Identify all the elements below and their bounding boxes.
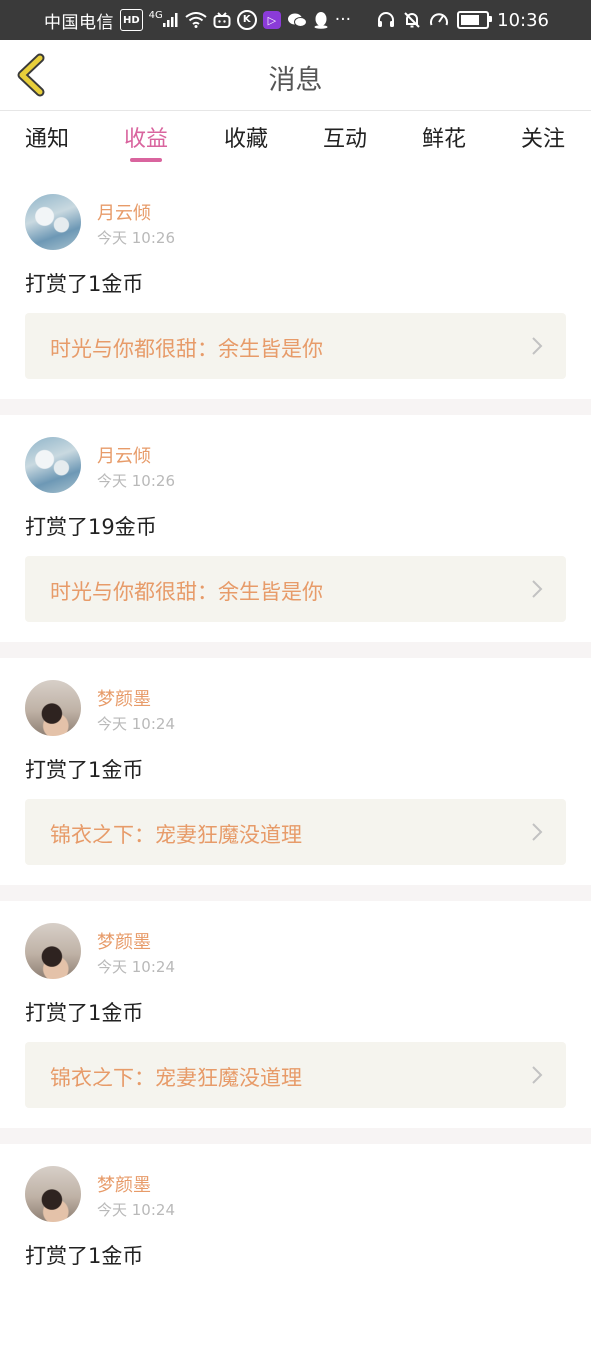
list-item: 月云倾 今天 10:26 打赏了1金币 时光与你都很甜：余生皆是你: [0, 172, 591, 399]
headset-icon: [377, 10, 395, 30]
username[interactable]: 月云倾: [97, 442, 151, 468]
reward-text: 打赏了1金币: [25, 758, 144, 782]
timestamp: 今天 10:26: [97, 472, 175, 490]
avatar[interactable]: [25, 923, 81, 979]
list-item: 月云倾 今天 10:26 打赏了19金币 时光与你都很甜：余生皆是你: [0, 415, 591, 642]
list-item: 梦颜墨 今天 10:24 打赏了1金币 锦衣之下：宠妻狂魔没道理: [0, 901, 591, 1128]
battery-icon: [457, 11, 493, 29]
network-type-label: 4G: [148, 9, 163, 21]
divider: [0, 1128, 591, 1144]
book-link[interactable]: 锦衣之下：宠妻狂魔没道理: [25, 1042, 566, 1108]
hd-icon: HD: [120, 9, 143, 31]
status-bar-right: 10:36: [377, 0, 549, 40]
book-title: 锦衣之下：宠妻狂魔没道理: [50, 823, 302, 847]
k-app-icon: K: [236, 10, 257, 30]
username[interactable]: 梦颜墨: [97, 685, 151, 711]
avatar[interactable]: [25, 194, 81, 250]
page-title: 消息: [268, 65, 323, 96]
speed-gauge-icon: [429, 10, 449, 30]
timestamp: 今天 10:26: [97, 229, 175, 247]
reward-text: 打赏了1金币: [25, 272, 144, 296]
video-app-icon: ▷: [262, 11, 281, 29]
battery-level-fill: [461, 15, 480, 25]
tab-notifications[interactable]: 通知: [7, 121, 87, 165]
more-notifications-icon: ···: [334, 10, 352, 30]
username[interactable]: 月云倾: [97, 199, 151, 225]
username[interactable]: 梦颜墨: [97, 1171, 151, 1197]
avatar[interactable]: [25, 1166, 81, 1222]
app-header: 消息: [0, 40, 591, 111]
book-title: 时光与你都很甜：余生皆是你: [50, 337, 323, 361]
book-link[interactable]: 时光与你都很甜：余生皆是你: [25, 556, 566, 622]
status-bar-left: 中国电信 HD 4G K ▷ ···: [44, 0, 351, 40]
message-list: 月云倾 今天 10:26 打赏了1金币 时光与你都很甜：余生皆是你 月云倾 今天…: [0, 172, 591, 1371]
mute-bell-icon: [403, 10, 421, 30]
timestamp: 今天 10:24: [97, 1201, 175, 1219]
tab-interactions[interactable]: 互动: [305, 121, 385, 165]
book-link[interactable]: 时光与你都很甜：余生皆是你: [25, 313, 566, 379]
avatar[interactable]: [25, 680, 81, 736]
timestamp: 今天 10:24: [97, 715, 175, 733]
list-item: 梦颜墨 今天 10:24 打赏了1金币: [0, 1144, 591, 1371]
list-item: 梦颜墨 今天 10:24 打赏了1金币 锦衣之下：宠妻狂魔没道理: [0, 658, 591, 885]
active-tab-indicator: [130, 158, 162, 162]
reward-text: 打赏了1金币: [25, 1244, 144, 1268]
chevron-right-icon: [532, 580, 543, 598]
book-title: 锦衣之下：宠妻狂魔没道理: [50, 1066, 302, 1090]
divider: [0, 642, 591, 658]
book-title: 时光与你都很甜：余生皆是你: [50, 580, 323, 604]
cellular-signal-icon: 4G: [149, 10, 179, 30]
reward-text: 打赏了19金币: [25, 515, 157, 539]
clock: 10:36: [497, 9, 549, 31]
divider: [0, 885, 591, 901]
reward-text: 打赏了1金币: [25, 1001, 144, 1025]
tab-flowers[interactable]: 鲜花: [404, 121, 484, 165]
chevron-right-icon: [532, 337, 543, 355]
tv-app-icon: [213, 10, 231, 30]
avatar[interactable]: [25, 437, 81, 493]
wifi-icon: [185, 10, 207, 30]
book-link[interactable]: 锦衣之下：宠妻狂魔没道理: [25, 799, 566, 865]
qq-icon: [313, 10, 329, 30]
username[interactable]: 梦颜墨: [97, 928, 151, 954]
chevron-right-icon: [532, 823, 543, 841]
tab-following[interactable]: 关注: [503, 121, 583, 165]
tab-bar: 通知 收益 收藏 互动 鲜花 关注: [0, 111, 591, 171]
carrier-label: 中国电信: [44, 12, 114, 33]
timestamp: 今天 10:24: [97, 958, 175, 976]
tab-favorites[interactable]: 收藏: [206, 121, 286, 165]
status-bar: 中国电信 HD 4G K ▷ ··· 10:36: [0, 0, 591, 40]
chevron-right-icon: [532, 1066, 543, 1084]
divider: [0, 399, 591, 415]
wechat-icon: [287, 10, 307, 30]
